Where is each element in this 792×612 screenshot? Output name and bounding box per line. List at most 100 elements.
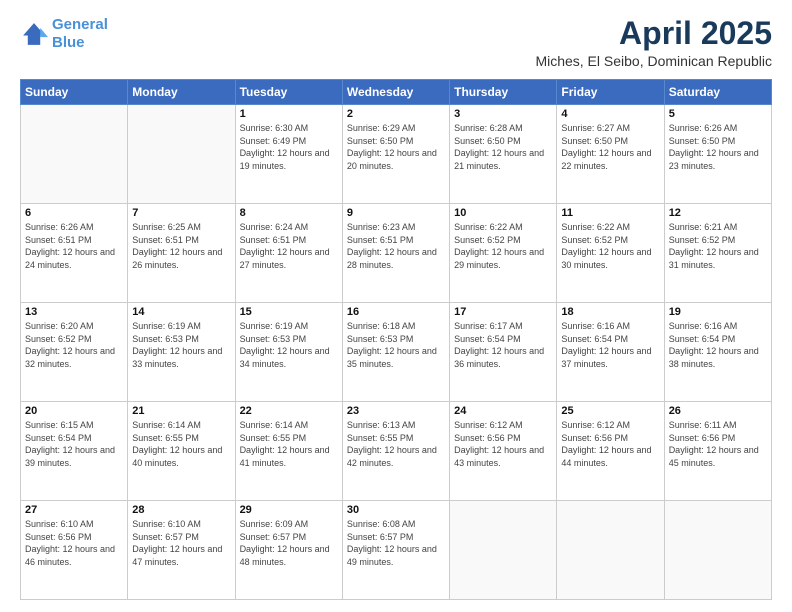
day-info: Sunrise: 6:26 AMSunset: 6:50 PMDaylight:…	[669, 122, 767, 172]
day-info: Sunrise: 6:12 AMSunset: 6:56 PMDaylight:…	[454, 419, 552, 469]
day-info: Sunrise: 6:17 AMSunset: 6:54 PMDaylight:…	[454, 320, 552, 370]
calendar-cell: 15Sunrise: 6:19 AMSunset: 6:53 PMDayligh…	[235, 303, 342, 402]
day-info: Sunrise: 6:29 AMSunset: 6:50 PMDaylight:…	[347, 122, 445, 172]
day-number: 17	[454, 306, 552, 318]
calendar-week-row: 6 Sunrise: 6:26 AMSunset: 6:51 PMDaylight…	[21, 204, 772, 303]
calendar-cell: 3Sunrise: 6:28 AMSunset: 6:50 PMDaylight…	[450, 105, 557, 204]
day-number: 28	[132, 504, 230, 516]
calendar-table: SundayMondayTuesdayWednesdayThursdayFrid…	[20, 79, 772, 600]
day-number: 3	[454, 108, 552, 120]
calendar-cell	[450, 501, 557, 600]
day-number: 26	[669, 405, 767, 417]
day-number: 22	[240, 405, 338, 417]
day-number: 24	[454, 405, 552, 417]
calendar-cell: 12Sunrise: 6:21 AMSunset: 6:52 PMDayligh…	[664, 204, 771, 303]
day-number: 19	[669, 306, 767, 318]
calendar-cell: 9 Sunrise: 6:23 AMSunset: 6:51 PMDaylight…	[342, 204, 449, 303]
calendar-cell: 27 Sunrise: 6:10 AMSunset: 6:56 PMDayligh…	[21, 501, 128, 600]
day-info: Sunrise: 6:19 AMSunset: 6:53 PMDaylight:…	[240, 320, 338, 370]
calendar-cell: 16Sunrise: 6:18 AMSunset: 6:53 PMDayligh…	[342, 303, 449, 402]
day-number: 11	[561, 207, 659, 219]
day-info: Sunrise: 6:15 AMSunset: 6:54 PMDaylight:…	[25, 419, 123, 469]
calendar-day-header: Monday	[128, 80, 235, 105]
calendar-day-header: Saturday	[664, 80, 771, 105]
calendar-cell	[21, 105, 128, 204]
day-info: Sunrise: 6:18 AMSunset: 6:53 PMDaylight:…	[347, 320, 445, 370]
location: Miches, El Seibo, Dominican Republic	[535, 53, 772, 69]
day-number: 13	[25, 306, 123, 318]
calendar-day-header: Friday	[557, 80, 664, 105]
day-info: Sunrise: 6:11 AMSunset: 6:56 PMDaylight:…	[669, 419, 767, 469]
day-info: Sunrise: 6:10 AMSunset: 6:56 PMDaylight:…	[25, 518, 123, 568]
day-number: 18	[561, 306, 659, 318]
logo-general: General	[52, 16, 108, 33]
calendar-cell: 1 Sunrise: 6:30 AMSunset: 6:49 PMDaylight…	[235, 105, 342, 204]
day-info: Sunrise: 6:14 AMSunset: 6:55 PMDaylight:…	[240, 419, 338, 469]
day-info: Sunrise: 6:16 AMSunset: 6:54 PMDaylight:…	[669, 320, 767, 370]
calendar-cell: 11 Sunrise: 6:22 AMSunset: 6:52 PMDayligh…	[557, 204, 664, 303]
day-info: Sunrise: 6:10 AMSunset: 6:57 PMDaylight:…	[132, 518, 230, 568]
calendar-day-header: Sunday	[21, 80, 128, 105]
day-info: Sunrise: 6:14 AMSunset: 6:55 PMDaylight:…	[132, 419, 230, 469]
calendar-cell	[664, 501, 771, 600]
day-number: 20	[25, 405, 123, 417]
day-info: Sunrise: 6:26 AMSunset: 6:51 PMDaylight:…	[25, 221, 123, 271]
logo-text: General Blue	[52, 16, 108, 52]
calendar-day-header: Wednesday	[342, 80, 449, 105]
day-number: 23	[347, 405, 445, 417]
day-number: 7	[132, 207, 230, 219]
logo: General Blue	[20, 16, 108, 52]
calendar-cell: 23 Sunrise: 6:13 AMSunset: 6:55 PMDayligh…	[342, 402, 449, 501]
calendar-cell: 28 Sunrise: 6:10 AMSunset: 6:57 PMDayligh…	[128, 501, 235, 600]
calendar-cell: 5 Sunrise: 6:26 AMSunset: 6:50 PMDaylight…	[664, 105, 771, 204]
calendar-cell: 7Sunrise: 6:25 AMSunset: 6:51 PMDaylight…	[128, 204, 235, 303]
calendar-cell	[557, 501, 664, 600]
day-number: 9	[347, 207, 445, 219]
day-info: Sunrise: 6:08 AMSunset: 6:57 PMDaylight:…	[347, 518, 445, 568]
calendar-cell	[128, 105, 235, 204]
day-number: 5	[669, 108, 767, 120]
calendar-week-row: 20 Sunrise: 6:15 AMSunset: 6:54 PMDayligh…	[21, 402, 772, 501]
day-number: 1	[240, 108, 338, 120]
calendar-day-header: Tuesday	[235, 80, 342, 105]
calendar-cell: 20 Sunrise: 6:15 AMSunset: 6:54 PMDayligh…	[21, 402, 128, 501]
title-block: April 2025 Miches, El Seibo, Dominican R…	[535, 16, 772, 69]
day-number: 6	[25, 207, 123, 219]
day-info: Sunrise: 6:30 AMSunset: 6:49 PMDaylight:…	[240, 122, 338, 172]
calendar-cell: 2 Sunrise: 6:29 AMSunset: 6:50 PMDaylight…	[342, 105, 449, 204]
day-number: 27	[25, 504, 123, 516]
day-number: 10	[454, 207, 552, 219]
day-info: Sunrise: 6:23 AMSunset: 6:51 PMDaylight:…	[347, 221, 445, 271]
calendar-cell: 29Sunrise: 6:09 AMSunset: 6:57 PMDayligh…	[235, 501, 342, 600]
day-info: Sunrise: 6:20 AMSunset: 6:52 PMDaylight:…	[25, 320, 123, 370]
calendar-cell: 19 Sunrise: 6:16 AMSunset: 6:54 PMDayligh…	[664, 303, 771, 402]
calendar-cell: 18 Sunrise: 6:16 AMSunset: 6:54 PMDayligh…	[557, 303, 664, 402]
header: General Blue April 2025 Miches, El Seibo…	[20, 16, 772, 69]
day-info: Sunrise: 6:13 AMSunset: 6:55 PMDaylight:…	[347, 419, 445, 469]
page: General Blue April 2025 Miches, El Seibo…	[0, 0, 792, 612]
logo-blue: Blue	[52, 34, 85, 51]
calendar-cell: 22 Sunrise: 6:14 AMSunset: 6:55 PMDayligh…	[235, 402, 342, 501]
calendar-week-row: 1 Sunrise: 6:30 AMSunset: 6:49 PMDaylight…	[21, 105, 772, 204]
calendar-cell: 21Sunrise: 6:14 AMSunset: 6:55 PMDayligh…	[128, 402, 235, 501]
day-info: Sunrise: 6:12 AMSunset: 6:56 PMDaylight:…	[561, 419, 659, 469]
day-info: Sunrise: 6:22 AMSunset: 6:52 PMDaylight:…	[561, 221, 659, 271]
calendar-cell: 14Sunrise: 6:19 AMSunset: 6:53 PMDayligh…	[128, 303, 235, 402]
day-info: Sunrise: 6:27 AMSunset: 6:50 PMDaylight:…	[561, 122, 659, 172]
day-number: 30	[347, 504, 445, 516]
calendar-header-row: SundayMondayTuesdayWednesdayThursdayFrid…	[21, 80, 772, 105]
day-info: Sunrise: 6:16 AMSunset: 6:54 PMDaylight:…	[561, 320, 659, 370]
month-year: April 2025	[535, 16, 772, 51]
calendar-week-row: 13 Sunrise: 6:20 AMSunset: 6:52 PMDayligh…	[21, 303, 772, 402]
calendar-cell: 26 Sunrise: 6:11 AMSunset: 6:56 PMDayligh…	[664, 402, 771, 501]
calendar-cell: 4 Sunrise: 6:27 AMSunset: 6:50 PMDaylight…	[557, 105, 664, 204]
day-number: 8	[240, 207, 338, 219]
calendar-cell: 25Sunrise: 6:12 AMSunset: 6:56 PMDayligh…	[557, 402, 664, 501]
logo-icon	[20, 20, 48, 48]
day-number: 4	[561, 108, 659, 120]
calendar-cell: 17 Sunrise: 6:17 AMSunset: 6:54 PMDayligh…	[450, 303, 557, 402]
day-info: Sunrise: 6:09 AMSunset: 6:57 PMDaylight:…	[240, 518, 338, 568]
calendar-cell: 6 Sunrise: 6:26 AMSunset: 6:51 PMDaylight…	[21, 204, 128, 303]
day-number: 2	[347, 108, 445, 120]
day-info: Sunrise: 6:19 AMSunset: 6:53 PMDaylight:…	[132, 320, 230, 370]
